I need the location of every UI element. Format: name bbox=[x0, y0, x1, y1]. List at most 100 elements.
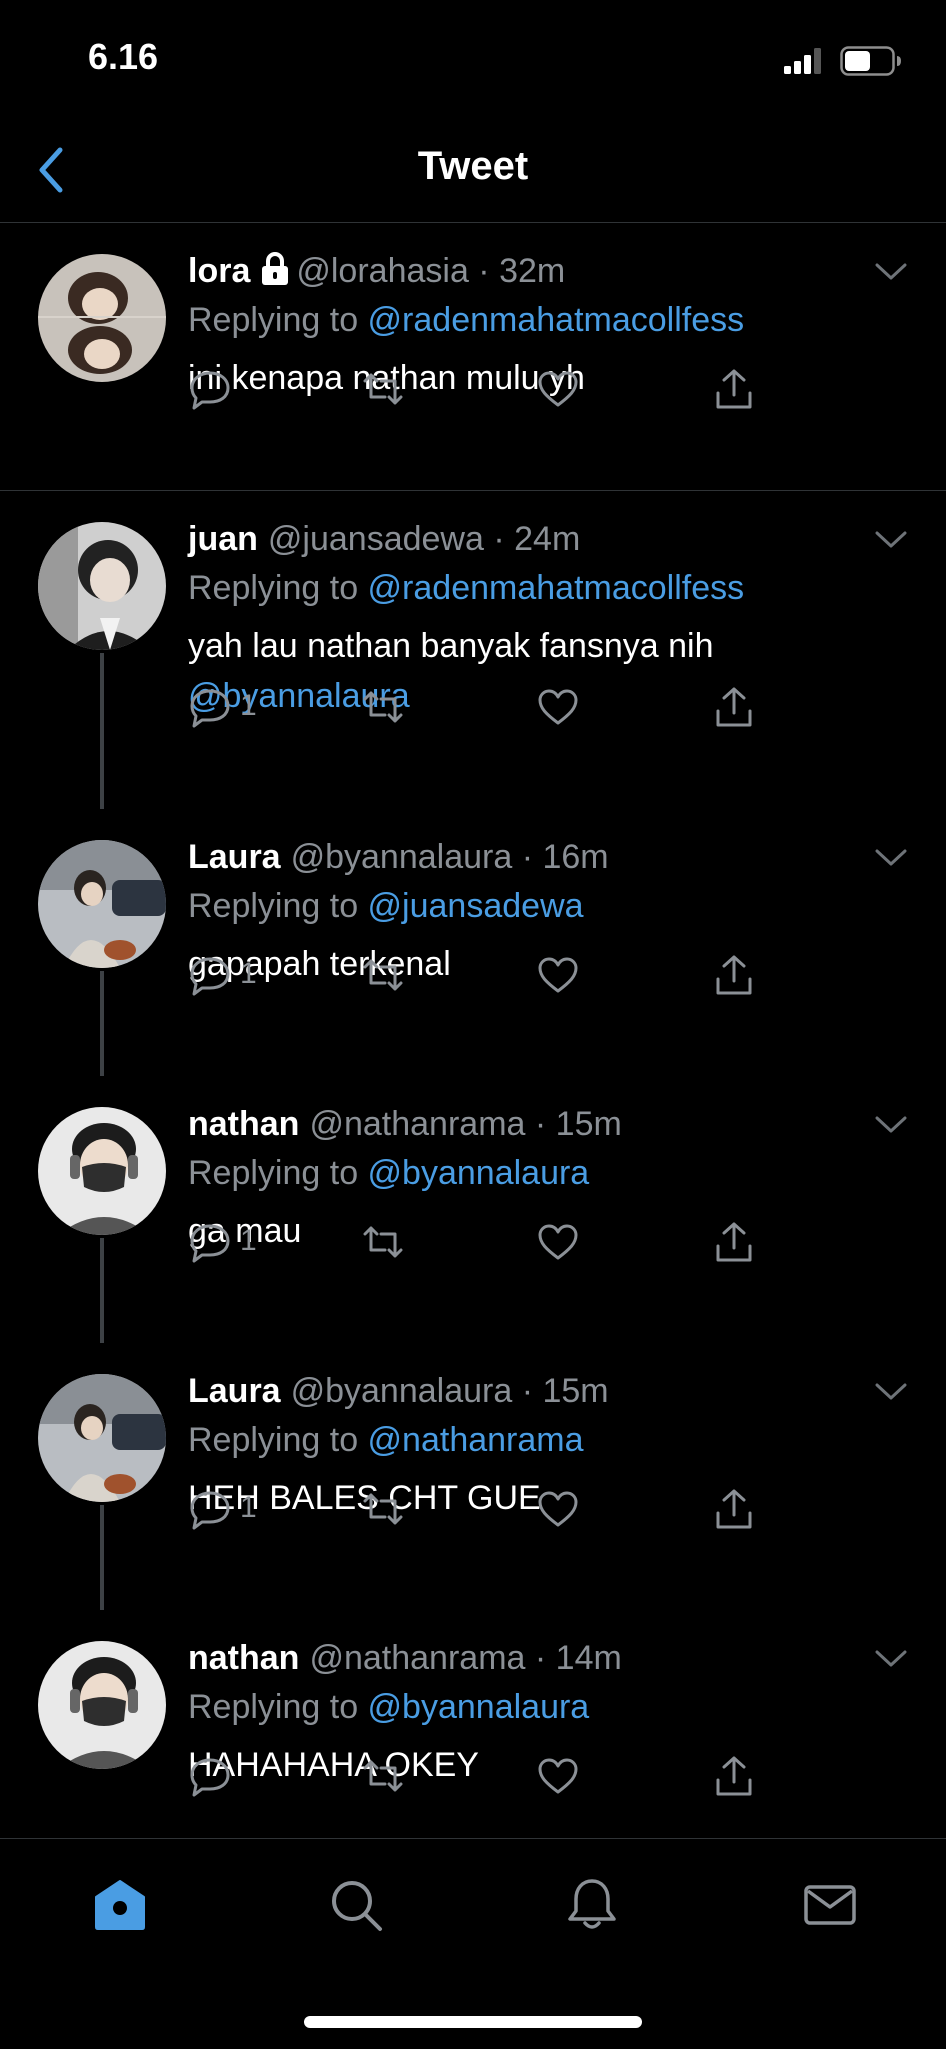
tweet[interactable]: juan @juansadewa · 24m Replying to @raden… bbox=[0, 491, 946, 809]
tweet[interactable]: Laura @byannalaura · 15m Replying to @nat… bbox=[0, 1343, 946, 1610]
share-icon bbox=[716, 1222, 752, 1262]
mention-link[interactable]: @byannalaura bbox=[368, 1154, 590, 1192]
user-name[interactable]: nathan bbox=[188, 1105, 299, 1143]
mail-icon[interactable] bbox=[800, 1875, 860, 1935]
tweet-time: 16m bbox=[542, 838, 609, 876]
home-icon[interactable] bbox=[90, 1875, 150, 1935]
thread-line bbox=[100, 971, 104, 1076]
tweet-meta: lora @lorahasia · 32m bbox=[188, 252, 566, 290]
reply-button[interactable]: 1 bbox=[188, 953, 257, 997]
avatar[interactable] bbox=[38, 1641, 166, 1769]
chevron-down-icon[interactable] bbox=[874, 1381, 908, 1403]
user-handle[interactable]: @nathanrama bbox=[309, 1105, 525, 1143]
user-name[interactable]: lora bbox=[188, 252, 250, 290]
replying-to: Replying to @nathanrama bbox=[188, 1421, 584, 1459]
like-button[interactable] bbox=[536, 367, 580, 411]
chevron-down-icon[interactable] bbox=[874, 261, 908, 283]
like-button[interactable] bbox=[536, 685, 580, 729]
home-indicator[interactable] bbox=[304, 2016, 642, 2028]
user-handle[interactable]: @lorahasia bbox=[296, 252, 469, 290]
tweet[interactable]: nathan @nathanrama · 15m Replying to @bya… bbox=[0, 1076, 946, 1343]
like-button[interactable] bbox=[536, 1754, 580, 1798]
reply-icon bbox=[190, 371, 230, 410]
mention-link[interactable]: @nathanrama bbox=[368, 1421, 584, 1459]
page-title: Tweet bbox=[417, 144, 529, 188]
chevron-down-icon[interactable] bbox=[874, 847, 908, 869]
mention-link[interactable]: @radenmahatmacollfess bbox=[368, 301, 745, 339]
user-handle[interactable]: @byannalaura bbox=[291, 838, 513, 876]
thread-line bbox=[100, 1238, 104, 1343]
reply-icon bbox=[190, 1758, 230, 1797]
avatar[interactable] bbox=[38, 522, 166, 650]
tweet-actions: 1 bbox=[188, 1220, 778, 1270]
share-icon bbox=[716, 955, 752, 995]
chevron-down-icon[interactable] bbox=[874, 1648, 908, 1670]
replying-to: Replying to @byannalaura bbox=[188, 1688, 590, 1726]
avatar[interactable] bbox=[38, 1107, 166, 1235]
retweet-icon bbox=[363, 959, 403, 991]
reply-button[interactable] bbox=[188, 367, 232, 411]
retweet-icon bbox=[363, 1226, 403, 1258]
tweet-meta: juan @juansadewa · 24m bbox=[188, 520, 581, 558]
status-time: 6.16 bbox=[88, 36, 159, 77]
tweet-meta: Laura @byannalaura · 16m bbox=[188, 838, 609, 876]
user-handle[interactable]: @nathanrama bbox=[309, 1639, 525, 1677]
reply-thread[interactable]: lora @lorahasia · 32m Replying to @radenm… bbox=[0, 223, 946, 1838]
tweet-actions: 1 bbox=[188, 953, 778, 1003]
retweet-button[interactable] bbox=[361, 367, 405, 411]
like-button[interactable] bbox=[536, 1487, 580, 1531]
tweet[interactable]: nathan @nathanrama · 14m Replying to @bya… bbox=[0, 1610, 946, 1838]
retweet-button[interactable] bbox=[361, 953, 405, 997]
tweet-meta: nathan @nathanrama · 14m bbox=[188, 1639, 622, 1677]
share-button[interactable] bbox=[712, 1487, 756, 1531]
reply-button[interactable]: 1 bbox=[188, 1487, 257, 1531]
user-handle[interactable]: @juansadewa bbox=[268, 520, 484, 558]
like-button[interactable] bbox=[536, 953, 580, 997]
tweet-time: 14m bbox=[555, 1639, 622, 1677]
avatar[interactable] bbox=[38, 254, 166, 382]
mention-link[interactable]: @juansadewa bbox=[368, 887, 584, 925]
share-button[interactable] bbox=[712, 1220, 756, 1264]
replying-to: Replying to @juansadewa bbox=[188, 887, 584, 925]
signal-icon bbox=[784, 48, 821, 74]
share-button[interactable] bbox=[712, 685, 756, 729]
bell-icon[interactable] bbox=[562, 1875, 622, 1935]
tweet-time: 32m bbox=[499, 252, 566, 290]
user-name[interactable]: nathan bbox=[188, 1639, 299, 1677]
retweet-button[interactable] bbox=[361, 1220, 405, 1264]
user-name[interactable]: juan bbox=[188, 520, 258, 558]
share-button[interactable] bbox=[712, 367, 756, 411]
chevron-down-icon[interactable] bbox=[874, 529, 908, 551]
tweet-actions bbox=[188, 1754, 778, 1804]
reply-button[interactable]: 1 bbox=[188, 685, 257, 729]
user-handle[interactable]: @byannalaura bbox=[291, 1372, 513, 1410]
reply-icon bbox=[190, 1224, 230, 1263]
share-button[interactable] bbox=[712, 1754, 756, 1798]
search-icon[interactable] bbox=[326, 1875, 386, 1935]
thread-line bbox=[100, 653, 104, 809]
share-icon bbox=[716, 1489, 752, 1529]
like-button[interactable] bbox=[536, 1220, 580, 1264]
mention-link[interactable]: @radenmahatmacollfess bbox=[368, 569, 745, 607]
user-name[interactable]: Laura bbox=[188, 838, 281, 876]
tweet-actions bbox=[188, 367, 778, 417]
reply-button[interactable] bbox=[188, 1754, 232, 1798]
retweet-button[interactable] bbox=[361, 1754, 405, 1798]
tweet[interactable]: lora @lorahasia · 32m Replying to @radenm… bbox=[0, 223, 946, 491]
retweet-button[interactable] bbox=[361, 685, 405, 729]
navigation-header: Tweet bbox=[0, 120, 946, 223]
reply-button[interactable]: 1 bbox=[188, 1220, 257, 1264]
mention-link[interactable]: @byannalaura bbox=[368, 1688, 590, 1726]
battery-icon bbox=[840, 46, 901, 76]
tweet[interactable]: Laura @byannalaura · 16m Replying to @jua… bbox=[0, 809, 946, 1076]
user-name[interactable]: Laura bbox=[188, 1372, 281, 1410]
status-bar: 6.16 bbox=[0, 0, 946, 120]
retweet-button[interactable] bbox=[361, 1487, 405, 1531]
share-button[interactable] bbox=[712, 953, 756, 997]
heart-icon bbox=[538, 1224, 578, 1260]
tweet-meta: Laura @byannalaura · 15m bbox=[188, 1372, 609, 1410]
avatar[interactable] bbox=[38, 840, 166, 968]
avatar[interactable] bbox=[38, 1374, 166, 1502]
reply-count: 1 bbox=[240, 957, 257, 990]
chevron-down-icon[interactable] bbox=[874, 1114, 908, 1136]
